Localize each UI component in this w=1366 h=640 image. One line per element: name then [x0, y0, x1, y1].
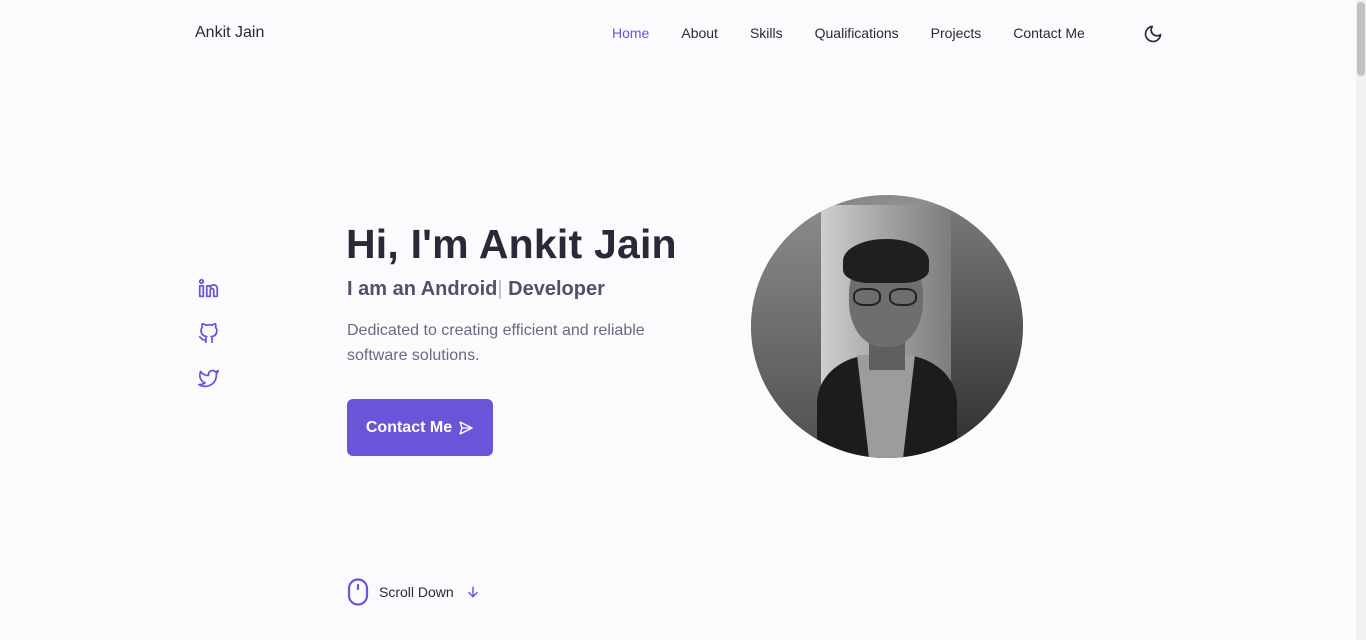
- linkedin-icon[interactable]: [198, 278, 220, 300]
- nav-item-qualifications[interactable]: Qualifications: [815, 25, 899, 41]
- scroll-down-label: Scroll Down: [379, 584, 454, 600]
- page-scrollbar[interactable]: [1356, 0, 1366, 640]
- twitter-icon[interactable]: [198, 368, 220, 390]
- nav-item-home[interactable]: Home: [612, 25, 649, 41]
- hero-subtitle-prefix: I am an Android: [347, 278, 498, 300]
- scroll-down-link[interactable]: Scroll Down: [347, 578, 480, 606]
- nav-item-contact[interactable]: Contact Me: [1013, 25, 1085, 41]
- scrollbar-thumb[interactable]: [1357, 2, 1365, 76]
- brand-logo[interactable]: Ankit Jain: [195, 24, 264, 42]
- hero-description: Dedicated to creating efficient and reli…: [347, 322, 645, 364]
- main-nav: Home About Skills Qualifications Project…: [612, 25, 1117, 41]
- nav-item-skills[interactable]: Skills: [750, 25, 783, 41]
- hero-subtitle-suffix: Developer: [502, 278, 605, 300]
- nav-item-projects[interactable]: Projects: [931, 25, 982, 41]
- contact-button-label: Contact Me: [365, 418, 453, 436]
- hero-title: Hi, I'm Ankit Jain: [346, 221, 677, 267]
- header: Ankit Jain Home About Skills Qualificati…: [0, 0, 1356, 68]
- moon-icon[interactable]: [1143, 24, 1163, 44]
- hero-subtitle: I am an Android| Developer: [347, 278, 605, 301]
- arrow-down-icon: [467, 586, 478, 598]
- social-links: [198, 278, 220, 413]
- mouse-icon: [347, 578, 369, 606]
- github-icon[interactable]: [198, 322, 220, 345]
- nav-item-about[interactable]: About: [681, 25, 718, 41]
- profile-photo: [751, 195, 1023, 458]
- contact-me-button[interactable]: Contact Me: [347, 399, 493, 456]
- send-icon: [459, 420, 473, 435]
